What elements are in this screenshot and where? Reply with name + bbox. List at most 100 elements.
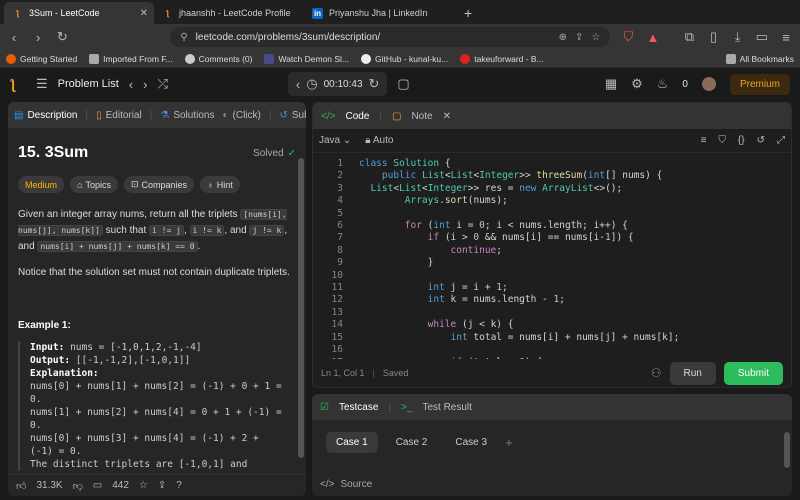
watch-icon — [264, 53, 275, 64]
bookmark-item[interactable]: Comments (0) — [184, 53, 252, 64]
bookmark-star-icon[interactable]: ☆ — [591, 32, 600, 43]
scrollbar[interactable] — [784, 432, 790, 468]
tab-submissions[interactable]: ↺Submi — [279, 110, 306, 121]
workspace: ▤ Description | ▯ Editorial | ⚗ Solutions ◐… — [0, 102, 800, 500]
bookmark-icon[interactable]: ⛉ — [718, 135, 726, 146]
address-bar[interactable]: ⚲ leetcode.com/problems/3sum/description… — [170, 27, 611, 47]
back-icon[interactable]: ‹ — [8, 30, 20, 45]
leetcode-logo-icon[interactable]: ƪ — [10, 76, 26, 92]
example-title: Example 1: — [18, 320, 71, 331]
avatar[interactable] — [701, 77, 716, 91]
wallet-icon[interactable]: ▭ — [756, 29, 768, 45]
lock-icon: ⊡ — [130, 179, 139, 189]
next-problem-icon[interactable]: › — [143, 77, 147, 92]
tab-editorial[interactable]: ▯ Editorial — [96, 110, 142, 121]
bookmark-item[interactable]: Imported From F... — [89, 53, 173, 64]
code-area[interactable]: 1234567891011121314151617 class Solution… — [313, 153, 791, 359]
topics-chip[interactable]: ⌂ Topics — [70, 176, 118, 193]
firefox-icon — [6, 53, 16, 64]
problem-list-icon[interactable]: ☰ — [36, 76, 48, 92]
dislike-icon[interactable]: 👎︎ — [73, 480, 83, 492]
reset-icon[interactable]: ↻ — [369, 76, 380, 92]
settings-icon[interactable]: ⚙ — [631, 76, 643, 92]
solved-badge: Solved ✓ — [253, 147, 296, 159]
timer[interactable]: ‹ ◷ 00:10:43 ↻ — [287, 72, 388, 96]
brave-shield-icon[interactable]: ⛉ — [622, 29, 634, 45]
bookmark-item[interactable]: GitHub - kunal-ku... — [361, 53, 448, 64]
submissions-icon: ↺ — [279, 109, 288, 121]
fullscreen-icon[interactable]: ⤢ — [777, 135, 785, 146]
tab-code[interactable]: Code — [345, 111, 369, 122]
notes-icon[interactable]: ▢ — [397, 76, 409, 92]
premium-button[interactable]: Premium — [729, 73, 790, 95]
folder-icon — [89, 53, 100, 64]
bookmark-item[interactable]: takeuforward - B... — [460, 53, 544, 64]
note-icon: ▢ — [391, 110, 402, 122]
editor-tabs: </> Code | ▢ Note ✕ — [313, 103, 791, 129]
all-bookmarks[interactable]: All Bookmarks — [725, 53, 794, 64]
tab-note[interactable]: Note — [411, 111, 432, 122]
forward-icon[interactable]: › — [32, 30, 44, 45]
tab-solutions[interactable]: ⚗ Solutions — [160, 110, 214, 121]
case-tab[interactable]: Case 3 — [445, 432, 497, 453]
scrollbar[interactable] — [298, 158, 304, 458]
help-icon[interactable]: ? — [176, 480, 182, 491]
comment-icon[interactable]: ▭ — [93, 480, 102, 491]
download-icon[interactable]: ⤓ — [732, 29, 744, 45]
tuf-icon — [460, 53, 471, 64]
menu-icon[interactable]: ≡ — [780, 30, 792, 45]
extensions-icon[interactable]: ⧉ — [683, 29, 695, 45]
page-title: 15. 3Sum — [18, 144, 89, 161]
browser-tab-3sum[interactable]: ƪ 3Sum - LeetCode ✕ — [4, 2, 154, 24]
shuffle-icon[interactable]: ⤮ — [157, 76, 167, 92]
case-tab[interactable]: Case 1 — [326, 432, 378, 453]
hint-chip[interactable]: ♁ Hint — [200, 176, 240, 193]
bookmark-item[interactable]: Getting Started — [6, 53, 77, 64]
layout-icon[interactable]: ▦ — [605, 76, 617, 92]
like-icon[interactable]: 👍︎ — [16, 480, 26, 492]
reload-icon[interactable]: ↻ — [56, 29, 68, 45]
format-icon[interactable]: ≡ — [701, 135, 707, 146]
bookmark-item[interactable]: Watch Demon Sl... — [264, 53, 349, 64]
sidebar-icon[interactable]: ▯ — [707, 29, 719, 45]
site-info-icon[interactable]: ⚲ — [180, 32, 187, 43]
tab-testcase[interactable]: Testcase — [339, 402, 378, 413]
cursor-position: Ln 1, Col 1 — [321, 368, 365, 378]
tab-test-result[interactable]: Test Result — [422, 402, 471, 413]
close-icon[interactable]: ✕ — [443, 111, 451, 122]
tab-description[interactable]: ▤ Description — [14, 110, 77, 121]
run-button[interactable]: Run — [669, 361, 716, 385]
browser-tab-profile[interactable]: ƪ jhaanshh - LeetCode Profile — [154, 2, 304, 24]
fire-icon[interactable]: ♨ — [657, 76, 669, 92]
braces-icon[interactable]: {} — [738, 135, 745, 146]
case-tab[interactable]: Case 2 — [386, 432, 438, 453]
browser-tabbar: ƪ 3Sum - LeetCode ✕ ƪ jhaanshh - LeetCod… — [0, 0, 800, 24]
close-icon[interactable]: ✕ — [140, 8, 148, 19]
tab-title: 3Sum - LeetCode — [29, 8, 100, 18]
source-link[interactable]: Source — [340, 479, 372, 490]
url-text: leetcode.com/problems/3sum/description/ — [195, 31, 381, 43]
star-icon[interactable]: ☆ — [139, 480, 148, 491]
timer-collapse-icon[interactable]: ‹ — [296, 77, 300, 92]
problem-list-link[interactable]: Problem List — [58, 78, 119, 90]
share-icon[interactable]: ⇪ — [575, 32, 583, 43]
tab-title: jhaanshh - LeetCode Profile — [179, 8, 291, 18]
add-case-icon[interactable]: + — [505, 435, 513, 450]
prev-problem-icon[interactable]: ‹ — [129, 77, 133, 92]
lightbulb-icon: ♁ — [207, 179, 214, 190]
code-icon: </> — [320, 478, 335, 490]
rewards-icon[interactable]: ▲ — [646, 30, 659, 45]
language-select[interactable]: Java ⌄ — [319, 135, 351, 146]
zoom-icon[interactable]: ⊕ — [559, 32, 567, 43]
submit-button[interactable]: Submit — [723, 361, 783, 385]
share-icon[interactable]: ⇪ — [158, 480, 166, 491]
auto-toggle[interactable]: 🔒︎ Auto — [365, 135, 393, 146]
reset-code-icon[interactable]: ↺ — [757, 135, 765, 146]
example-block: Input: nums = [-1,0,1,2,-1,-4] Output: [… — [18, 341, 296, 471]
case-list: Case 1 Case 2 Case 3 + — [312, 420, 792, 453]
new-tab-button[interactable]: + — [454, 2, 482, 24]
tab-click-hint[interactable]: ◐ (Click) — [222, 110, 260, 121]
assistant-icon[interactable]: ⚇ — [651, 366, 662, 380]
browser-tab-linkedin[interactable]: in Priyanshu Jha | LinkedIn — [304, 2, 454, 24]
companies-chip[interactable]: ⊡ Companies — [123, 176, 195, 193]
